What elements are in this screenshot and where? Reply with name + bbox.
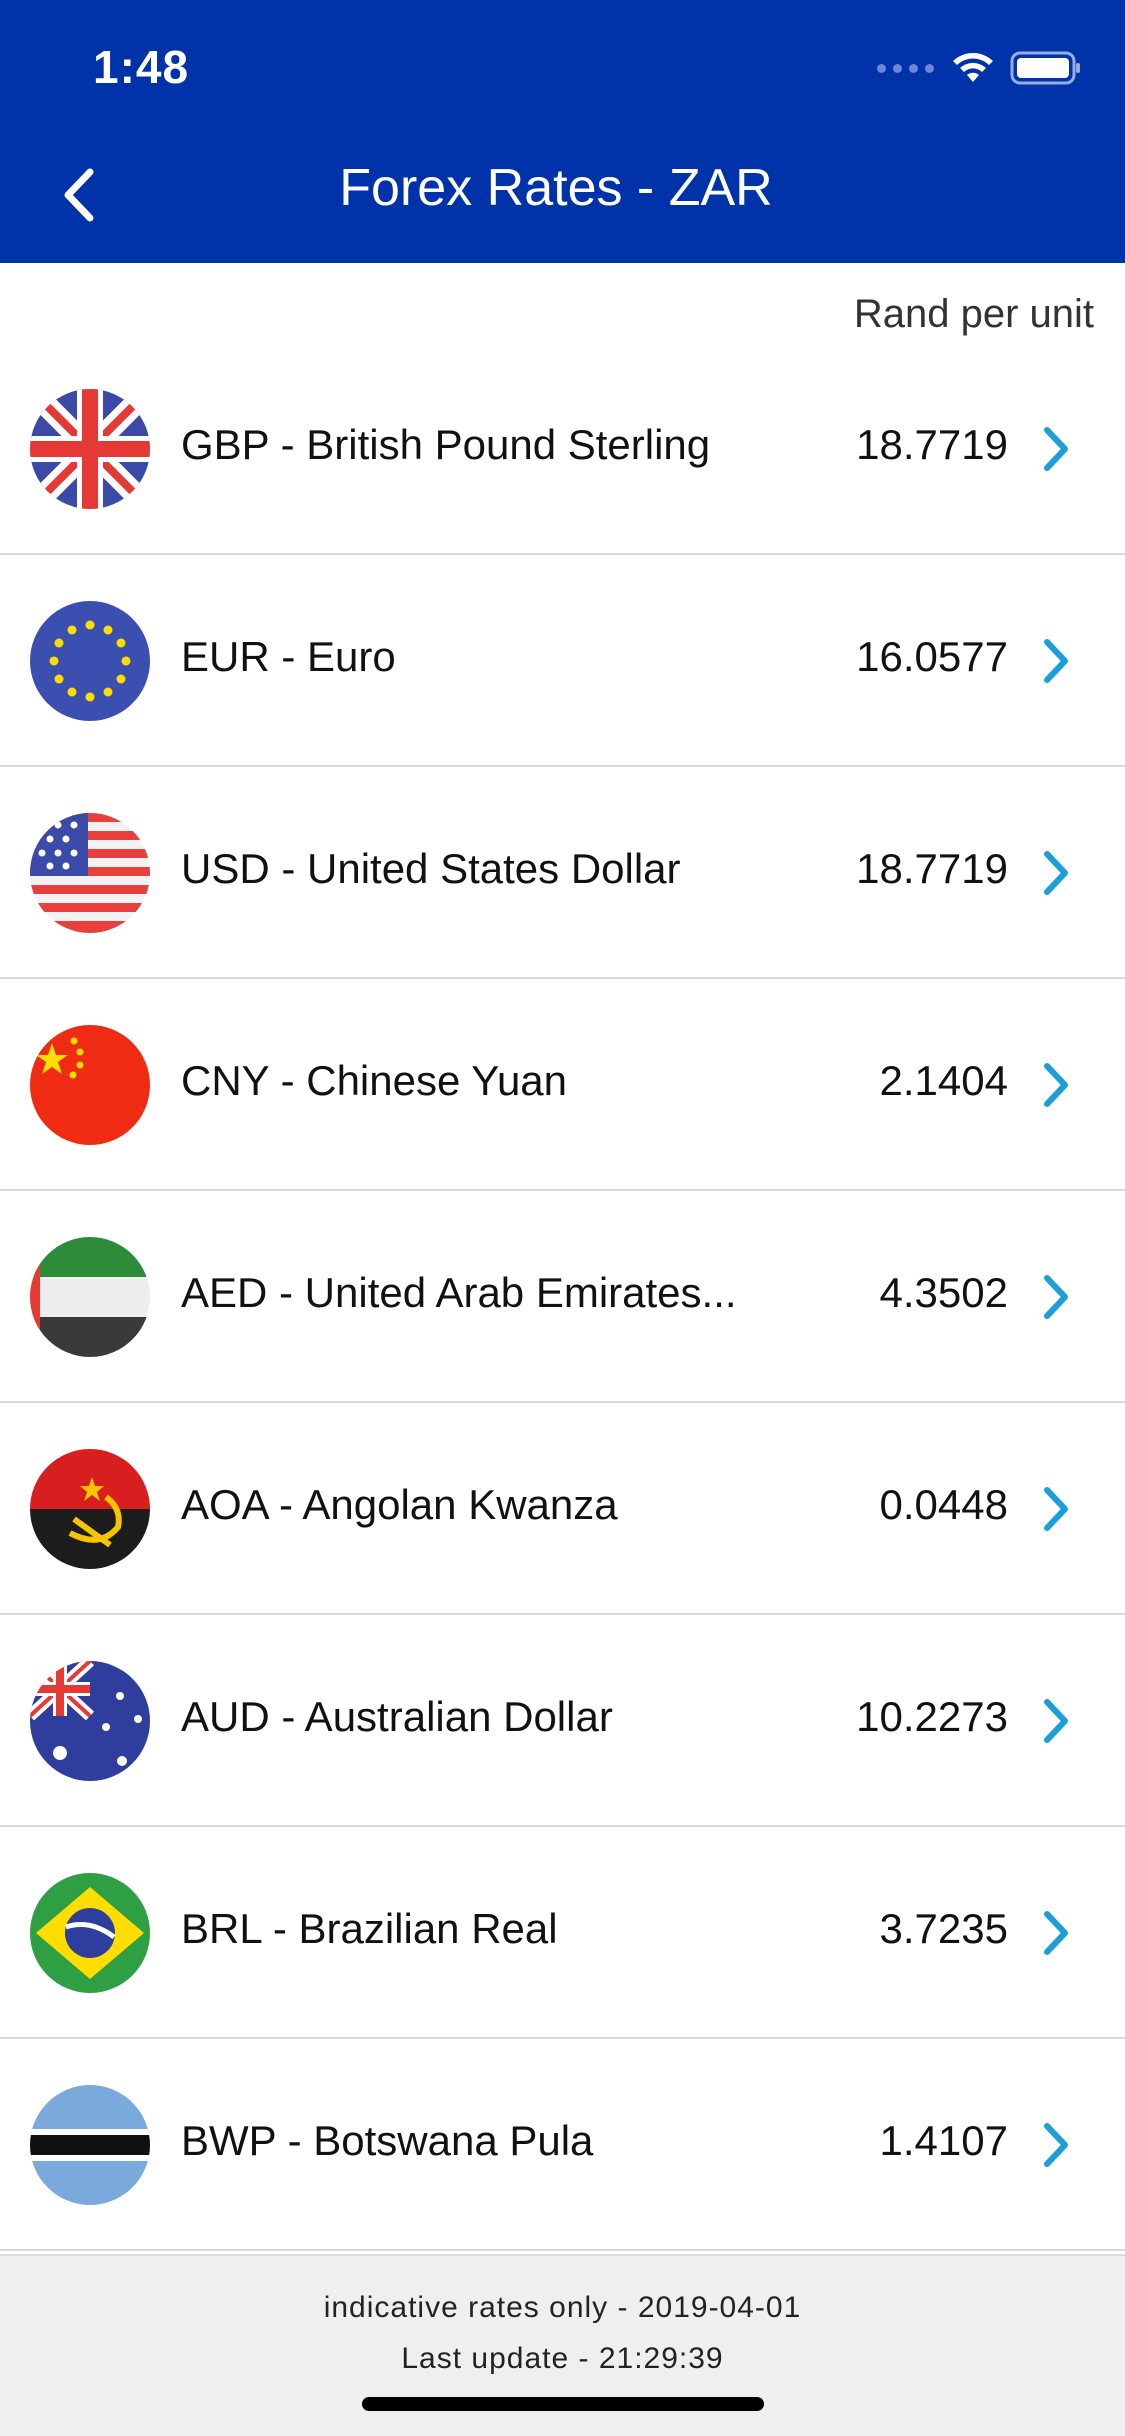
angola-flag-icon: [30, 1449, 150, 1569]
brazil-flag-icon: [30, 1873, 150, 1993]
rate-value: 0.0448: [879, 1481, 1008, 1528]
rate-row-brl[interactable]: BRL - Brazilian Real 3.7235: [0, 1827, 1125, 2039]
rate-row-usd[interactable]: USD - United States Dollar 18.7719: [0, 767, 1125, 979]
rate-value: 10.2273: [856, 1693, 1008, 1740]
china-flag-icon: [30, 1025, 150, 1145]
disclaimer-text: indicative rates only - 2019-04-01: [323, 2291, 802, 2324]
rate-value: 4.3502: [879, 1269, 1008, 1316]
rate-row-gbp[interactable]: GBP - British Pound Sterling 18.7719: [0, 343, 1125, 555]
cellular-signal-icon: [877, 63, 934, 73]
wifi-icon: [953, 53, 993, 82]
currency-label: BRL - Brazilian Real: [181, 1905, 558, 1952]
chevron-right-icon: [1044, 1699, 1068, 1743]
chevron-right-icon: [1044, 1063, 1068, 1107]
eu-flag-icon: [30, 601, 150, 721]
chevron-right-icon: [1044, 1487, 1068, 1531]
rate-value: 18.7719: [856, 845, 1008, 892]
rate-row-aud[interactable]: AUD - Australian Dollar 10.2273: [0, 1615, 1125, 1827]
battery-icon: [1010, 51, 1080, 85]
rates-list: GBP - British Pound Sterling 18.7719 EUR…: [0, 343, 1125, 2251]
rate-row-cny[interactable]: CNY - Chinese Yuan 2.1404: [0, 979, 1125, 1191]
currency-label: USD - United States Dollar: [181, 845, 681, 892]
chevron-right-icon: [1044, 639, 1068, 683]
page-title: Forex Rates - ZAR: [339, 159, 773, 217]
currency-label: BWP - Botswana Pula: [181, 2117, 594, 2164]
nav-header: 1:48 Forex Rates - ZAR: [0, 0, 1125, 263]
currency-label: EUR - Euro: [181, 633, 396, 680]
status-indicators: [877, 48, 1082, 88]
uae-flag-icon: [30, 1237, 150, 1357]
rate-row-eur[interactable]: EUR - Euro 16.0577: [0, 555, 1125, 767]
uk-flag-icon: [30, 389, 150, 509]
chevron-right-icon: [1044, 2123, 1068, 2167]
last-update-text: Last update - 21:29:39: [401, 2342, 724, 2375]
forex-rates-screen: 1:48 Forex Rates - ZAR Rand per unit GBP…: [0, 0, 1125, 2436]
australia-flag-icon: [30, 1661, 150, 1781]
us-flag-icon: [30, 813, 150, 933]
status-time: 1:48: [93, 41, 190, 93]
chevron-right-icon: [1044, 1275, 1068, 1319]
rate-row-aed[interactable]: AED - United Arab Emirates... 4.3502: [0, 1191, 1125, 1403]
rate-row-bwp[interactable]: BWP - Botswana Pula 1.4107: [0, 2039, 1125, 2251]
chevron-right-icon: [1044, 427, 1068, 471]
rate-value: 16.0577: [856, 633, 1008, 680]
currency-label: AOA - Angolan Kwanza: [181, 1481, 618, 1528]
currency-label: AUD - Australian Dollar: [181, 1693, 613, 1740]
unit-label: Rand per unit: [853, 292, 1094, 336]
rate-row-aoa[interactable]: AOA - Angolan Kwanza 0.0448: [0, 1403, 1125, 1615]
currency-label: CNY - Chinese Yuan: [181, 1057, 568, 1104]
home-indicator[interactable]: [362, 2397, 764, 2411]
chevron-right-icon: [1044, 851, 1068, 895]
rate-value: 18.7719: [856, 421, 1008, 468]
chevron-right-icon: [1044, 1911, 1068, 1955]
rate-value: 2.1404: [879, 1057, 1008, 1104]
rate-value: 1.4107: [879, 2117, 1008, 2164]
botswana-flag-icon: [30, 2085, 150, 2205]
currency-label: GBP - British Pound Sterling: [181, 421, 711, 468]
currency-label: AED - United Arab Emirates...: [181, 1269, 737, 1316]
rate-value: 3.7235: [879, 1905, 1008, 1952]
